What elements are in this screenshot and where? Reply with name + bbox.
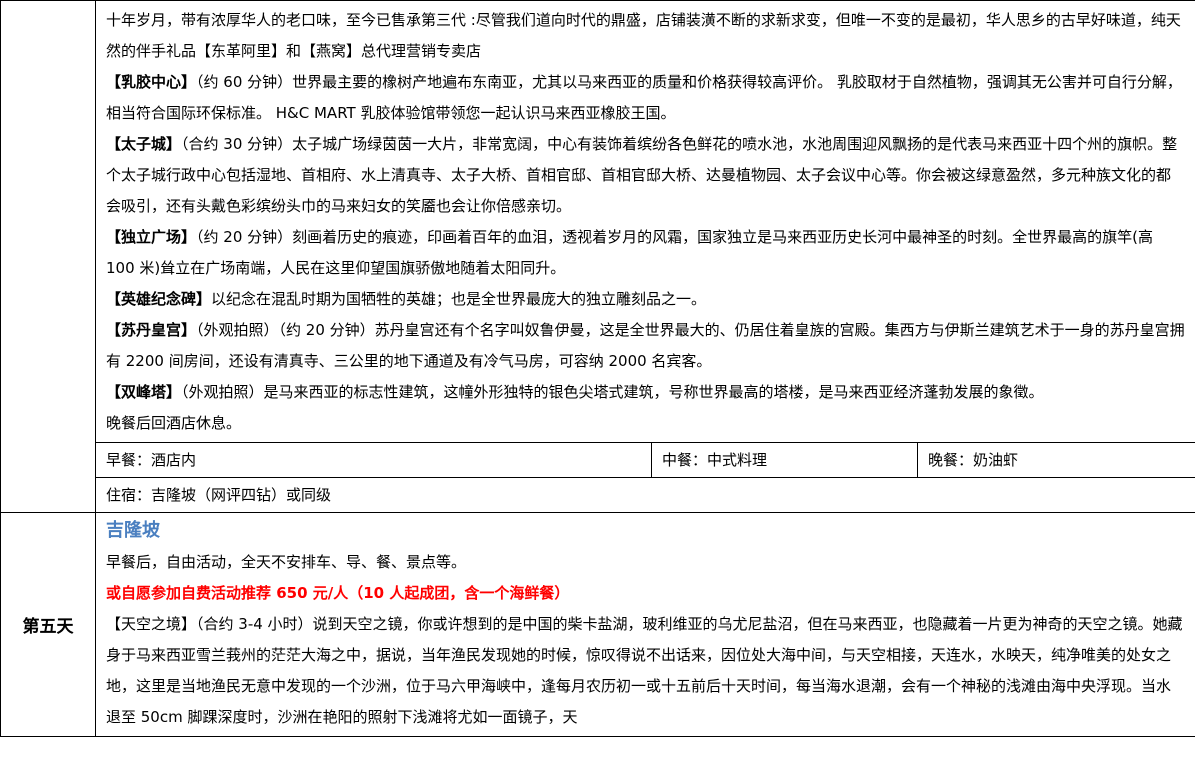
spot-name: 【双峰塔】 [106,383,182,401]
spot-paragraph: 【太子城】（合约 30 分钟）太子城广场绿茵茵一大片，非常宽阔，中心有装饰着缤纷… [106,129,1185,222]
spot-text: （外观拍照）（约 20 分钟）苏丹皇宫还有个名字叫奴鲁伊曼，这是全世界最大的、仍… [106,321,1185,370]
breakfast-cell: 早餐：酒店内 [95,442,652,478]
spot-text: （约 60 分钟）世界最主要的橡树产地遍布东南亚，尤其以马来西亚的质量和价格获得… [106,73,1182,122]
day5-city-title: 吉隆坡 [106,520,160,541]
spot-paragraph: 【苏丹皇宫】（外观拍照）（约 20 分钟）苏丹皇宫还有个名字叫奴鲁伊曼，这是全世… [106,315,1185,377]
day5-optional-activity: 或自愿参加自费活动推荐 650 元/人（10 人起成团，含一个海鲜餐） [106,584,570,602]
spot-name: 【英雄纪念碑】 [106,290,212,308]
day4-description: 十年岁月，带有浓厚华人的老口味，至今已售承第三代 :尽管我们道向时代的鼎盛，店铺… [94,0,1195,443]
spot-text: （约 20 分钟）刻画着历史的痕迹，印画着百年的血泪，透视着岁月的风霜，国家独立… [106,228,1153,277]
itinerary-table: 十年岁月，带有浓厚华人的老口味，至今已售承第三代 :尽管我们道向时代的鼎盛，店铺… [0,0,1195,737]
day-label: 第五天 [22,617,74,637]
dinner-cell: 晚餐：奶油虾 [916,442,1195,478]
spot-text: （合约 3-4 小时）说到天空之镜，你或许想到的是中国的柴卡盐湖，玻利维亚的乌尤… [106,615,1183,726]
spot-text: （外观拍照）是马来西亚的标志性建筑，这幢外形独特的银色尖塔式建筑，号称世界最高的… [181,383,1044,401]
day4-label-cell [0,0,96,513]
spot-name: 【乳胶中心】 [106,73,197,91]
spot-paragraph: 【乳胶中心】（约 60 分钟）世界最主要的橡树产地遍布东南亚，尤其以马来西亚的质… [106,67,1185,129]
spot-paragraph: 【独立广场】（约 20 分钟）刻画着历史的痕迹，印画着百年的血泪，透视着岁月的风… [106,222,1185,284]
day5-description: 吉隆坡 早餐后，自由活动，全天不安排车、导、餐、景点等。 或自愿参加自费活动推荐… [94,512,1195,737]
lunch-cell: 中餐：中式料理 [651,442,918,478]
spot-paragraph: 【双峰塔】（外观拍照）是马来西亚的标志性建筑，这幢外形独特的银色尖塔式建筑，号称… [106,377,1185,408]
spot-paragraph: 【英雄纪念碑】以纪念在混乱时期为国牺牲的英雄；也是全世界最庞大的独立雕刻品之一。 [106,284,1185,315]
spot-paragraph: 【天空之境】（合约 3-4 小时）说到天空之镜，你或许想到的是中国的柴卡盐湖，玻… [106,609,1185,733]
spot-text: 以纪念在混乱时期为国牺牲的英雄；也是全世界最庞大的独立雕刻品之一。 [211,290,707,308]
spot-name: 【天空之境】 [106,615,197,633]
hotel-cell: 住宿：吉隆坡（网评四钻）或同级 [94,477,1195,513]
spot-name: 【苏丹皇宫】 [106,321,197,339]
spot-name: 【独立广场】 [106,228,197,246]
day4-evening: 晚餐后回酒店休息。 [106,414,242,432]
day5-free-activity: 早餐后，自由活动，全天不安排车、导、餐、景点等。 [106,553,467,571]
spot-text: （合约 30 分钟）太子城广场绿茵茵一大片，非常宽阔，中心有装饰着缤纷各色鲜花的… [106,135,1178,215]
day5-label-cell: 第五天 [0,512,96,737]
spot-name: 【太子城】 [106,135,182,153]
day4-intro: 十年岁月，带有浓厚华人的老口味，至今已售承第三代 :尽管我们道向时代的鼎盛，店铺… [106,11,1181,60]
